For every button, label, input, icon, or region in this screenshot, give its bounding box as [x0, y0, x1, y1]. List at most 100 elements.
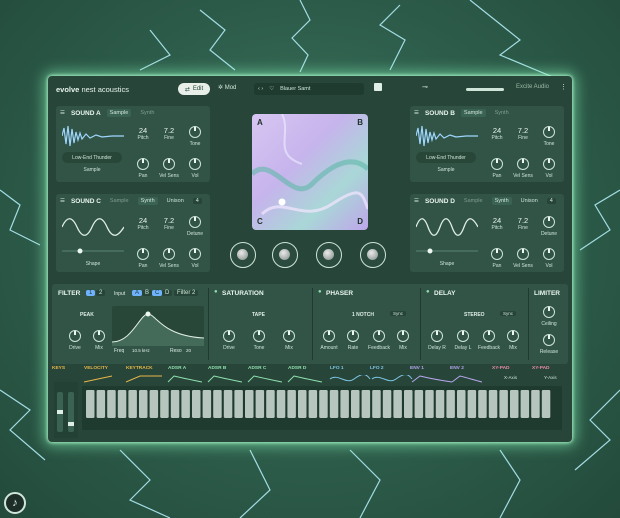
- piano-key[interactable]: [382, 390, 392, 418]
- vol-knob[interactable]: [543, 158, 555, 170]
- filter-mix-knob[interactable]: [93, 330, 105, 342]
- piano-key[interactable]: [329, 390, 339, 418]
- mod-button[interactable]: ✲ Mod: [218, 84, 236, 91]
- fine-value[interactable]: 7.2: [158, 126, 180, 135]
- mod-tab-lfo-1[interactable]: LFO 1: [330, 366, 344, 371]
- piano-key[interactable]: [319, 390, 328, 418]
- tab-sample[interactable]: Sample: [461, 197, 486, 205]
- mod-tab-adsr-c[interactable]: ADSR C: [248, 366, 266, 371]
- pan-knob[interactable]: [137, 248, 149, 260]
- piano-key[interactable]: [457, 390, 466, 418]
- keyboard-keys[interactable]: [82, 386, 562, 430]
- piano-key[interactable]: [192, 390, 201, 418]
- shape-slider[interactable]: [62, 246, 124, 256]
- vel-sens-knob[interactable]: [163, 248, 175, 260]
- output-meter[interactable]: [466, 88, 504, 91]
- fine-value[interactable]: 7.2: [158, 216, 180, 225]
- tab-synth[interactable]: Synth: [137, 197, 158, 205]
- piano-key[interactable]: [117, 390, 127, 418]
- key-icon[interactable]: ⊸: [422, 83, 428, 91]
- mod-tab-velocity[interactable]: VELOCITY: [84, 366, 108, 371]
- phaser-rate-knob[interactable]: [347, 330, 359, 342]
- phaser-mode[interactable]: 1 NOTCH: [352, 312, 374, 318]
- piano-key[interactable]: [213, 390, 222, 418]
- piano-key[interactable]: [202, 390, 212, 418]
- pan-knob[interactable]: [491, 158, 503, 170]
- piano-key[interactable]: [510, 390, 519, 418]
- piano-key[interactable]: [287, 390, 296, 418]
- macro-orb-3[interactable]: [316, 242, 342, 268]
- tone-knob[interactable]: [189, 126, 201, 138]
- filter-mode[interactable]: PEAK: [80, 312, 94, 318]
- sat-mix-knob[interactable]: [283, 330, 295, 342]
- vol-knob[interactable]: [189, 158, 201, 170]
- fine-value[interactable]: 7.2: [512, 216, 534, 225]
- piano-key[interactable]: [128, 390, 137, 418]
- piano-key[interactable]: [181, 390, 190, 418]
- unison-value[interactable]: 4: [192, 198, 202, 204]
- piano-key[interactable]: [393, 390, 402, 418]
- phaser-sync-button[interactable]: Sync: [390, 311, 407, 316]
- piano-key[interactable]: [234, 390, 243, 418]
- phaser-feedback-knob[interactable]: [373, 330, 385, 342]
- input-d-toggle[interactable]: D: [162, 290, 173, 296]
- sample-name[interactable]: Low-End Thunder: [62, 152, 122, 163]
- piano-key[interactable]: [266, 390, 275, 418]
- pitch-value[interactable]: 24: [486, 126, 508, 135]
- piano-key[interactable]: [223, 390, 233, 418]
- pitch-mod-wheels[interactable]: [54, 382, 78, 438]
- piano-key[interactable]: [86, 390, 95, 418]
- piano-key[interactable]: [351, 390, 360, 418]
- mod-tab-keys[interactable]: KEYS: [52, 366, 65, 371]
- pitch-value[interactable]: 24: [486, 216, 508, 225]
- shape-slider[interactable]: [416, 246, 478, 256]
- piano-key[interactable]: [340, 390, 349, 418]
- tab-synth[interactable]: Synth: [492, 109, 512, 117]
- heart-icon[interactable]: ♡: [269, 86, 274, 92]
- piano-key[interactable]: [361, 390, 371, 418]
- tab-synth[interactable]: Synth: [137, 109, 157, 117]
- saturation-mode[interactable]: TAPE: [252, 312, 265, 318]
- limiter-ceiling-knob[interactable]: [543, 306, 555, 318]
- macro-orb-4[interactable]: [360, 242, 386, 268]
- detune-knob[interactable]: [189, 216, 201, 228]
- piano-key[interactable]: [425, 390, 434, 418]
- piano-key[interactable]: [414, 390, 424, 418]
- piano-key[interactable]: [298, 390, 307, 418]
- piano-key[interactable]: [308, 390, 318, 418]
- piano-key[interactable]: [499, 390, 508, 418]
- piano-key[interactable]: [139, 390, 148, 418]
- input-c-toggle[interactable]: C: [152, 290, 163, 296]
- edit-button[interactable]: ⇄ Edit: [178, 83, 210, 95]
- tone-knob[interactable]: [543, 126, 555, 138]
- delay-feedback-knob[interactable]: [483, 330, 495, 342]
- piano-key[interactable]: [520, 390, 530, 418]
- sat-drive-knob[interactable]: [223, 330, 235, 342]
- vel-sens-knob[interactable]: [517, 248, 529, 260]
- vol-knob[interactable]: [543, 248, 555, 260]
- preset-selector[interactable]: ‹ › ♡ Blauer Samt: [254, 83, 364, 95]
- tab-synth[interactable]: Synth: [491, 197, 512, 205]
- filter-2-routing[interactable]: Filter 2: [174, 290, 199, 296]
- piano-key[interactable]: [446, 390, 455, 418]
- pan-knob[interactable]: [137, 158, 149, 170]
- vol-knob[interactable]: [189, 248, 201, 260]
- mod-tab-adsr-d[interactable]: ADSR D: [288, 366, 306, 371]
- limiter-release-knob[interactable]: [543, 334, 555, 346]
- menu-icon[interactable]: ⋮: [560, 83, 567, 91]
- power-icon[interactable]: ●: [426, 289, 430, 295]
- delay-sync-button[interactable]: Sync: [500, 311, 517, 316]
- piano-key[interactable]: [404, 390, 413, 418]
- piano-key[interactable]: [435, 390, 445, 418]
- macro-orb-2[interactable]: [272, 242, 298, 268]
- tab-sample[interactable]: Sample: [460, 109, 486, 117]
- piano-key[interactable]: [276, 390, 286, 418]
- pitch-value[interactable]: 24: [132, 126, 154, 135]
- vel-sens-knob[interactable]: [517, 158, 529, 170]
- piano-key[interactable]: [160, 390, 169, 418]
- phaser-mix-knob[interactable]: [397, 330, 409, 342]
- mod-tab-env-2[interactable]: ENV 2: [450, 366, 464, 371]
- unison-value[interactable]: 4: [546, 198, 556, 204]
- tab-sample[interactable]: Sample: [106, 109, 132, 117]
- pan-knob[interactable]: [491, 248, 503, 260]
